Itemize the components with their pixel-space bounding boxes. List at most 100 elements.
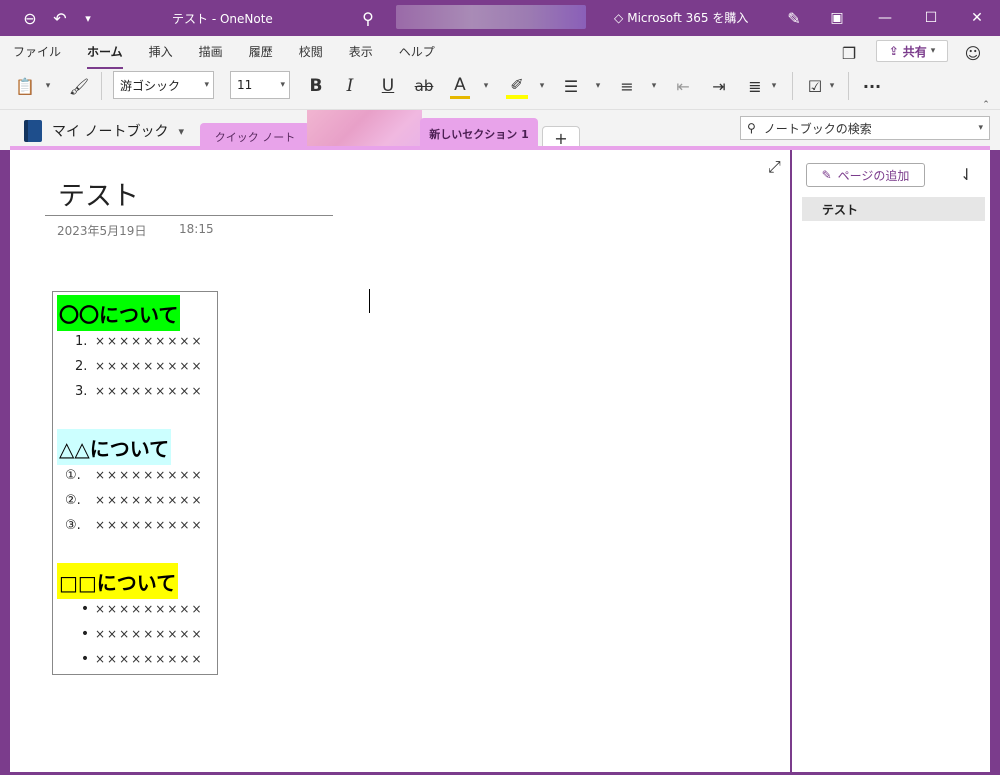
font-name-value: 游ゴシック [120,78,181,93]
chevron-down-icon: ▾ [178,124,184,138]
list-number: ①. [65,467,81,483]
menu-insert[interactable]: 挿入 [136,42,186,66]
menu-home[interactable]: ホーム [74,42,136,69]
list-text: ××××××××× [95,602,204,616]
ribbon-display-icon[interactable]: ▣ [814,0,860,36]
notebook-icon [24,120,42,142]
notebook-search-input[interactable]: ⚲ ノートブックの検索 ▾ [740,116,990,140]
section-heading[interactable]: □□について [57,563,179,599]
expand-icon[interactable]: ⤢ [768,157,781,177]
menu-help[interactable]: ヘルプ [386,42,448,66]
ribbon-menu: ファイル ホーム 挿入 描画 履歴 校閲 表示 ヘルプ [0,42,448,69]
title-bar: ⊖ ↶ ▾ テスト - OneNote ⚲ ◇ Microsoft 365 を購… [0,0,1000,36]
list-item[interactable]: 1. ××××××××× [75,331,204,351]
list-number: ③. [65,517,81,533]
pages-pane: ✎ ページの追加 ⇃ テスト [792,150,990,772]
undo-icon[interactable]: ↶ [48,6,72,30]
search-placeholder: ノートブックの検索 [763,121,872,136]
search-icon[interactable]: ⚲ [356,6,380,30]
maximize-button[interactable]: ☐ [908,0,954,36]
add-page-button[interactable]: ✎ ページの追加 [806,163,925,187]
notebook-selector[interactable]: マイ ノートブック ▾ [24,120,184,142]
share-button[interactable]: ⇪ 共有 ▾ [876,40,948,62]
close-button[interactable]: ✕ [954,0,1000,36]
paste-icon[interactable]: 📋 [14,73,36,99]
list-item[interactable]: • ××××××××× [75,599,204,619]
tag-icon[interactable]: ☑ [804,73,826,99]
menu-history[interactable]: 履歴 [236,42,286,66]
strikethrough-icon[interactable]: ab [412,73,436,99]
ms365-label: Microsoft 365 を購入 [627,11,749,25]
align-icon[interactable]: ≣ [744,73,766,99]
list-number: 2. [75,358,88,374]
menu-draw[interactable]: 描画 [186,42,236,66]
back-icon[interactable]: ⊖ [18,6,42,30]
ribbon: ファイル ホーム 挿入 描画 履歴 校閲 表示 ヘルプ ❐ ⇪ 共有 ▾ ☺ 📋… [0,36,1000,110]
menu-review[interactable]: 校閲 [286,42,336,66]
sort-icon[interactable]: ⇃ [960,165,973,184]
font-color-chevron-icon[interactable]: ▾ [480,73,492,99]
list-item[interactable]: 3. ××××××××× [75,381,204,401]
paste-chevron-icon[interactable]: ▾ [42,73,54,99]
list-text: ××××××××× [95,627,204,641]
decrease-indent-icon[interactable]: ⇤ [672,73,694,99]
page-title[interactable]: テスト [58,174,139,213]
font-name-select[interactable]: 游ゴシック ▾ [113,71,214,99]
section-heading[interactable]: △△について [57,429,172,465]
list-item[interactable]: ③. ××××××××× [65,515,204,535]
numbering-icon[interactable]: ≡ [616,73,638,99]
minimize-button[interactable]: — [862,0,908,36]
list-item[interactable]: ①. ××××××××× [65,465,204,485]
add-page-label: ページの追加 [837,168,910,183]
bullets-chevron-icon[interactable]: ▾ [592,73,604,99]
list-text: ××××××××× [95,468,204,482]
bold-icon[interactable]: B [306,73,326,99]
highlight-icon[interactable]: ✐ [506,73,528,99]
italic-icon[interactable]: I [340,73,360,99]
separator [792,72,793,100]
bullets-icon[interactable]: ☰ [560,73,582,99]
chevron-down-icon: ▾ [930,46,936,56]
page-list-item[interactable]: テスト [802,197,985,221]
diamond-icon: ◇ [614,10,624,25]
ms365-purchase-link[interactable]: ◇ Microsoft 365 を購入 [614,9,748,26]
tag-chevron-icon[interactable]: ▾ [826,73,838,99]
search-icon: ⚲ [747,121,756,135]
menu-file[interactable]: ファイル [0,42,74,66]
share-label: 共有 [902,44,927,59]
sticky-note-icon[interactable]: ❐ [838,40,860,66]
list-item[interactable]: • ××××××××× [75,649,204,669]
chevron-down-icon: ▾ [280,80,285,90]
title-divider [45,215,333,216]
separator [101,72,102,100]
menu-view[interactable]: 表示 [336,42,386,66]
bullet-icon: • [80,651,90,667]
numbering-chevron-icon[interactable]: ▾ [648,73,660,99]
page-time: 18:15 [179,222,214,236]
blurred-account-area [396,5,586,29]
font-size-select[interactable]: 11 ▾ [230,71,290,99]
highlight-chevron-icon[interactable]: ▾ [536,73,548,99]
list-number: ②. [65,492,81,508]
share-icon: ⇪ [888,44,899,58]
list-item[interactable]: 2. ××××××××× [75,356,204,376]
align-chevron-icon[interactable]: ▾ [768,73,780,99]
list-item[interactable]: • ××××××××× [75,624,204,644]
quick-access-chevron-icon[interactable]: ▾ [76,6,100,30]
list-item[interactable]: ②. ××××××××× [65,490,204,510]
pen-icon[interactable]: ✎ [782,6,806,30]
more-options-icon[interactable]: ··· [860,73,884,99]
font-color-icon[interactable]: A [450,73,470,99]
list-text: ××××××××× [95,518,204,532]
list-number: 3. [75,383,88,399]
page-canvas[interactable]: テスト 2023年5月19日 18:15 ⤢ 〇〇について 1. ×××××××… [10,150,790,772]
note-container[interactable]: 〇〇について 1. ××××××××× 2. ××××××××× 3. ××××… [52,291,218,675]
chevron-down-icon: ▾ [204,80,209,90]
feedback-icon[interactable]: ☺ [962,40,984,66]
increase-indent-icon[interactable]: ⇥ [708,73,730,99]
page-date: 2023年5月19日 [57,224,147,238]
format-painter-icon[interactable]: 🖌 [68,73,90,99]
underline-icon[interactable]: U [378,73,398,99]
section-heading[interactable]: 〇〇について [57,295,181,331]
add-page-icon: ✎ [821,168,832,182]
